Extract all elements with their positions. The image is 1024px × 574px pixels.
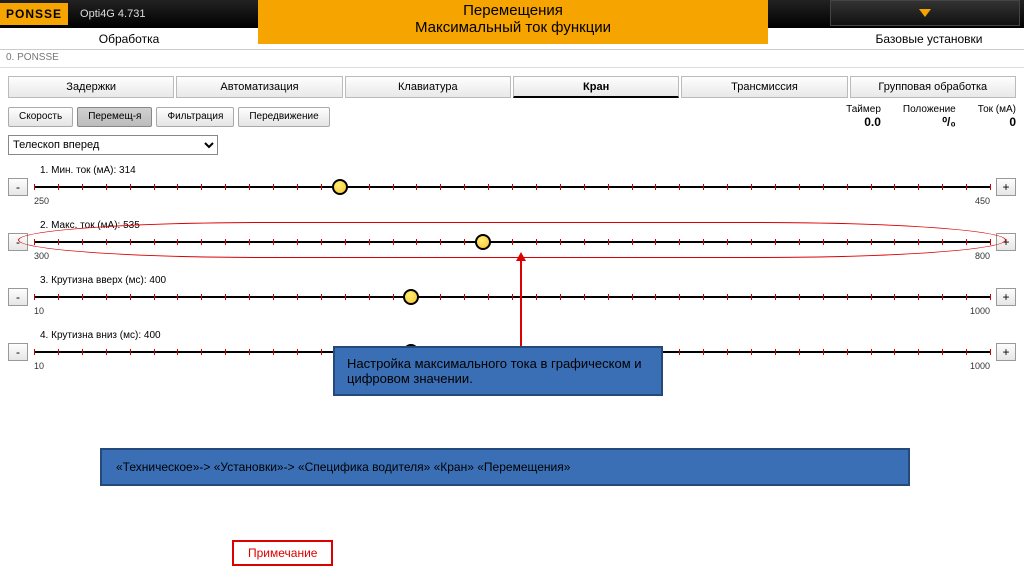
range-min: 10 bbox=[34, 361, 44, 371]
subtab-driving[interactable]: Передвижение bbox=[238, 107, 329, 127]
tab-delays[interactable]: Задержки bbox=[8, 76, 174, 98]
plus-button[interactable]: + bbox=[996, 343, 1016, 361]
callout-note: Примечание bbox=[232, 540, 333, 566]
callout-main: Настройка максимального тока в графическ… bbox=[333, 346, 663, 396]
range-max: 1000 bbox=[970, 361, 990, 371]
minus-button[interactable]: - bbox=[8, 343, 28, 361]
top-right-dropdown[interactable] bbox=[830, 0, 1020, 26]
range-min: 300 bbox=[34, 251, 49, 261]
slider-thumb[interactable] bbox=[475, 234, 491, 250]
tab-keyboard[interactable]: Клавиатура bbox=[345, 76, 511, 98]
slider-thumb[interactable] bbox=[403, 289, 419, 305]
position-value: ⁰/₀ bbox=[942, 115, 956, 129]
function-dropdown[interactable]: Телескоп вперед bbox=[8, 135, 218, 155]
tab-transmission[interactable]: Трансмиссия bbox=[681, 76, 847, 98]
slider-block-3: 3. Крутизна вверх (мс): 400 - +10 1000 bbox=[8, 275, 1016, 316]
slider-label: 1. Мин. ток (мА): 314 bbox=[40, 165, 1016, 176]
range-max: 800 bbox=[975, 251, 990, 261]
slider-label: 2. Макс. ток (мА): 535 bbox=[40, 220, 1016, 231]
plus-button[interactable]: + bbox=[996, 178, 1016, 196]
slider-block-2: 2. Макс. ток (мА): 535 - +300 800 bbox=[8, 220, 1016, 261]
callout-arrow bbox=[520, 258, 522, 346]
breadcrumb: 0. PONSSE bbox=[0, 50, 1024, 68]
slider-track[interactable] bbox=[34, 289, 990, 305]
range-min: 10 bbox=[34, 306, 44, 316]
ponsse-logo: PONSSE bbox=[0, 3, 68, 25]
position-label: Положение bbox=[903, 104, 956, 115]
subtab-speed[interactable]: Скорость bbox=[8, 107, 73, 127]
timer-label: Таймер bbox=[846, 104, 881, 115]
slider-label: 3. Крутизна вверх (мс): 400 bbox=[40, 275, 1016, 286]
slider-thumb[interactable] bbox=[332, 179, 348, 195]
range-max: 1000 bbox=[970, 306, 990, 316]
timer-value: 0.0 bbox=[864, 115, 881, 129]
plus-button[interactable]: + bbox=[996, 288, 1016, 306]
minus-button[interactable]: - bbox=[8, 288, 28, 306]
chevron-down-icon bbox=[919, 9, 931, 17]
current-value: 0 bbox=[1009, 115, 1016, 129]
title-line-2: Максимальный ток функции bbox=[258, 19, 768, 36]
range-max: 450 bbox=[975, 196, 990, 206]
tabs-row: Задержки Автоматизация Клавиатура Кран Т… bbox=[8, 76, 1016, 98]
subbar-right-label[interactable]: Базовые установки bbox=[834, 32, 1024, 46]
minus-button[interactable]: - bbox=[8, 178, 28, 196]
plus-button[interactable]: + bbox=[996, 233, 1016, 251]
slider-label: 4. Крутизна вниз (мс): 400 bbox=[40, 330, 1016, 341]
tab-crane[interactable]: Кран bbox=[513, 76, 679, 98]
subtabs-row: Скорость Перемещ-я Фильтрация Передвижен… bbox=[8, 104, 1016, 129]
tab-group-processing[interactable]: Групповая обработка bbox=[850, 76, 1016, 98]
title-line-1: Перемещения bbox=[258, 2, 768, 19]
callout-main-text: Настройка максимального тока в графическ… bbox=[347, 356, 642, 386]
subtab-filtering[interactable]: Фильтрация bbox=[156, 107, 234, 127]
minus-button[interactable]: - bbox=[8, 233, 28, 251]
callout-path: «Техническое»-> «Установки»-> «Специфика… bbox=[100, 448, 910, 486]
title-banner: Перемещения Максимальный ток функции bbox=[258, 0, 768, 44]
tab-automation[interactable]: Автоматизация bbox=[176, 76, 342, 98]
version-label: Opti4G 4.731 bbox=[80, 8, 145, 20]
slider-track[interactable] bbox=[34, 179, 990, 195]
readouts: Таймер0.0 Положение⁰/₀ Ток (мА)0 bbox=[846, 104, 1016, 129]
slider-track[interactable] bbox=[34, 234, 990, 250]
subbar-left-label[interactable]: Обработка bbox=[0, 32, 258, 46]
slider-block-1: 1. Мин. ток (мА): 314 - +250 450 bbox=[8, 165, 1016, 206]
callout-path-text: «Техническое»-> «Установки»-> «Специфика… bbox=[116, 460, 570, 474]
subtab-movements[interactable]: Перемещ-я bbox=[77, 107, 152, 127]
range-min: 250 bbox=[34, 196, 49, 206]
callout-note-text: Примечание bbox=[248, 546, 317, 560]
arrowhead-icon bbox=[516, 252, 526, 261]
current-label: Ток (мА) bbox=[978, 104, 1016, 115]
